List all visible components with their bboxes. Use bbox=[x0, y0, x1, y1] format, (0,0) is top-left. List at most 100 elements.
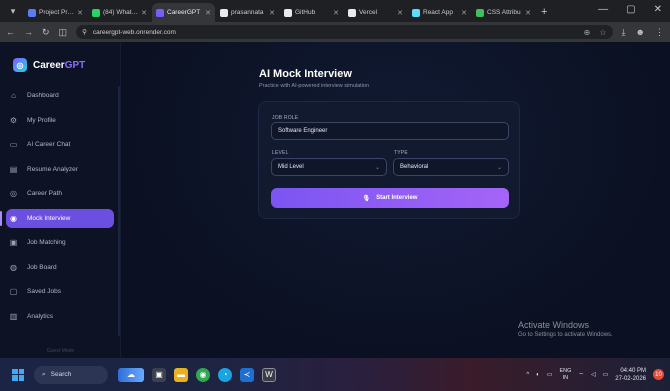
tab-title: Vercel bbox=[359, 9, 378, 16]
tab-close-icon[interactable]: ✕ bbox=[77, 9, 83, 17]
sidebar-item-job-matching[interactable]: ▣ Job Matching bbox=[6, 233, 114, 252]
sidebar-item-saved-jobs[interactable]: ▢ Saved Jobs bbox=[6, 282, 114, 301]
search-icon: ⌕ bbox=[42, 370, 46, 378]
chevron-down-icon: ⌄ bbox=[496, 164, 502, 171]
start-interview-label: Start Interview bbox=[376, 195, 418, 201]
watermark-title: Activate Windows bbox=[518, 320, 590, 330]
browser-tab[interactable]: GitHub ✕ bbox=[280, 3, 343, 22]
start-interview-button[interactable]: 🎙 Start Interview bbox=[271, 188, 509, 208]
tab-close-icon[interactable]: ✕ bbox=[269, 9, 275, 17]
sidebar-scrollbar[interactable] bbox=[118, 86, 120, 336]
maximize-icon[interactable]: ▢ bbox=[626, 4, 635, 15]
address-bar[interactable]: ⚲ careergpt-web.onrender.com ⊕ ☆ bbox=[76, 25, 613, 39]
reload-icon[interactable]: ↻ bbox=[42, 27, 50, 38]
sidebar-item-mock-interview[interactable]: ◉ Mock Interview bbox=[0, 208, 114, 228]
file-explorer-icon[interactable]: ▬ bbox=[174, 367, 188, 382]
tab-search-icon[interactable]: ▾ bbox=[6, 4, 20, 18]
taskbar-search[interactable]: ⌕ Search bbox=[34, 365, 108, 384]
tray-app-icon[interactable]: ◐ bbox=[536, 372, 540, 378]
keyboard-icon[interactable]: ▭ bbox=[547, 371, 553, 378]
close-window-icon[interactable]: ✕ bbox=[654, 4, 662, 15]
menu-icon[interactable]: ⋮ bbox=[655, 27, 664, 38]
browser-tab[interactable]: (84) WhatsA ✕ bbox=[88, 3, 151, 22]
tab-favicon-icon bbox=[28, 8, 36, 17]
windows-start-icon[interactable] bbox=[12, 368, 24, 381]
browser-tab[interactable]: React App ✕ bbox=[408, 3, 471, 22]
browser-tab[interactable]: prasannata ✕ bbox=[216, 3, 279, 22]
edge-icon[interactable]: ◔ bbox=[218, 367, 232, 382]
browser-tab[interactable]: CareerGPT ✕ bbox=[152, 3, 215, 22]
brand[interactable]: ◎ CareerGPT bbox=[0, 42, 120, 78]
brand-name-accent: GPT bbox=[64, 59, 86, 71]
tab-favicon-icon bbox=[476, 8, 484, 17]
omnibox-actions: ⊕ ☆ bbox=[584, 28, 607, 37]
profile-avatar[interactable]: ☻ bbox=[636, 27, 645, 37]
type-select[interactable]: Behavioral ⌄ bbox=[393, 158, 509, 176]
bookmark-icon: ▢ bbox=[9, 287, 18, 296]
tab-title: (84) WhatsA bbox=[103, 9, 139, 16]
widgets-icon[interactable]: ☁ bbox=[118, 367, 144, 382]
tab-favicon-icon bbox=[412, 8, 420, 17]
zoom-icon[interactable]: ⊕ bbox=[584, 28, 591, 37]
back-icon[interactable]: ← bbox=[6, 27, 15, 37]
job-role-input[interactable]: Software Engineer bbox=[271, 122, 509, 140]
tray-chevron-icon[interactable]: ^ bbox=[526, 372, 529, 378]
clock[interactable]: 04:40 PM 27-02-2026 bbox=[615, 367, 646, 383]
browser-tab[interactable]: Project Prop ✕ bbox=[24, 3, 87, 22]
tab-close-icon[interactable]: ✕ bbox=[461, 9, 467, 17]
browser-tab[interactable]: Vercel ✕ bbox=[344, 3, 407, 22]
volume-icon[interactable]: ◁ bbox=[591, 371, 596, 378]
sidebar-item-analytics[interactable]: ▥ Analytics bbox=[6, 307, 114, 326]
clock-date: 27-02-2026 bbox=[615, 375, 646, 382]
browser-tab[interactable]: CSS Attribu ✕ bbox=[472, 3, 535, 22]
word-icon[interactable]: W bbox=[262, 367, 276, 382]
sidebar-item-ai-career-chat[interactable]: ▭ AI Career Chat bbox=[6, 135, 114, 154]
page-title: AI Mock Interview bbox=[259, 68, 352, 80]
globe-icon: ◍ bbox=[10, 262, 17, 272]
sidebar-item-label: Mock Interview bbox=[27, 214, 71, 222]
tab-close-icon[interactable]: ✕ bbox=[205, 9, 211, 17]
sidebar-item-job-board[interactable]: ◍ Job Board bbox=[6, 258, 114, 277]
microphone-icon: ◉ bbox=[10, 213, 17, 223]
compass-icon: ◎ bbox=[10, 189, 17, 198]
tab-close-icon[interactable]: ✕ bbox=[141, 9, 147, 17]
notification-badge[interactable]: 10 bbox=[653, 369, 664, 380]
battery-icon[interactable]: ▭ bbox=[603, 371, 609, 378]
window-controls: — ▢ ✕ bbox=[598, 4, 662, 15]
forward-icon[interactable]: → bbox=[24, 27, 33, 37]
level-select[interactable]: Mid Level ⌄ bbox=[271, 158, 387, 176]
home-icon: ⌂ bbox=[11, 91, 16, 100]
download-icon[interactable]: ⤓ bbox=[622, 27, 626, 38]
chevron-down-icon: ⌄ bbox=[374, 164, 380, 171]
sidebar-item-resume-analyzer[interactable]: ▤ Resume Analyzer bbox=[6, 160, 114, 179]
app-window: ◎ CareerGPT ⌂ Dashboard ⚙ My Profile ▭ AI Car… bbox=[0, 42, 670, 358]
sidebar-item-career-path[interactable]: ◎ Career Path bbox=[6, 184, 114, 203]
page-subtitle: Practice with AI-powered interview simul… bbox=[259, 83, 370, 89]
tab-close-icon[interactable]: ✕ bbox=[525, 9, 531, 17]
sidebar-item-label: AI Career Chat bbox=[27, 141, 71, 148]
wifi-icon[interactable]: ⌔ bbox=[578, 371, 584, 379]
sidebar-item-label: Analytics bbox=[27, 312, 54, 320]
sidebar-item-label: Job Board bbox=[27, 263, 57, 271]
task-view-icon[interactable]: ▣ bbox=[152, 367, 166, 382]
sidebar-item-label: Saved Jobs bbox=[27, 288, 61, 295]
sidebar-footer: Guest Mode bbox=[46, 348, 75, 354]
taskbar-apps: ☁ ▣ ▬ ◉ ◔ ≺ W bbox=[118, 367, 276, 382]
tab-title: CareerGPT bbox=[167, 9, 201, 16]
sidebar: ◎ CareerGPT ⌂ Dashboard ⚙ My Profile ▭ AI Car… bbox=[0, 42, 121, 358]
bookmark-star-icon[interactable]: ☆ bbox=[599, 28, 606, 37]
split-view-icon[interactable]: ◫ bbox=[59, 27, 68, 38]
tab-close-icon[interactable]: ✕ bbox=[397, 9, 403, 17]
new-tab-button[interactable]: + bbox=[541, 6, 547, 18]
tab-favicon-icon bbox=[156, 8, 164, 17]
microphone-icon: 🎙 bbox=[362, 195, 371, 202]
tab-close-icon[interactable]: ✕ bbox=[333, 9, 339, 17]
sidebar-item-my-profile[interactable]: ⚙ My Profile bbox=[6, 111, 114, 130]
sidebar-item-dashboard[interactable]: ⌂ Dashboard bbox=[6, 86, 114, 105]
language-indicator[interactable]: ENG IN bbox=[559, 368, 571, 382]
chrome-icon[interactable]: ◉ bbox=[196, 367, 210, 382]
level-label: LEVEL bbox=[272, 150, 289, 156]
vscode-icon[interactable]: ≺ bbox=[240, 367, 254, 382]
site-info-icon[interactable]: ⚲ bbox=[82, 28, 87, 36]
minimize-icon[interactable]: — bbox=[598, 4, 608, 15]
